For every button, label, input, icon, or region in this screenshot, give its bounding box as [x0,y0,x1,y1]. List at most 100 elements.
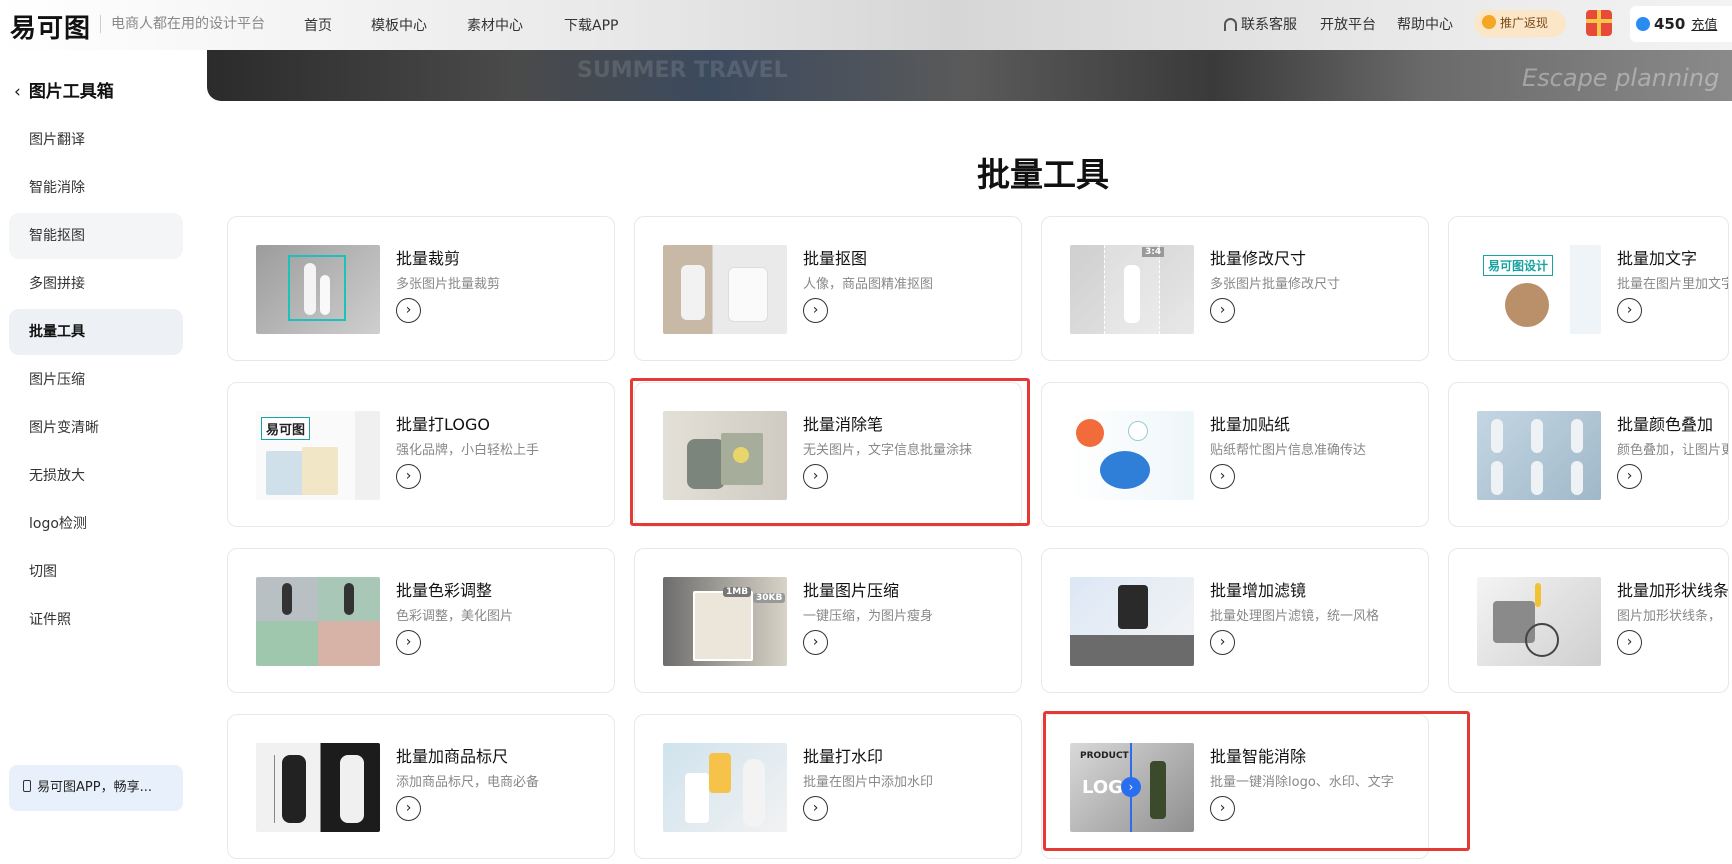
sidebar-title[interactable]: ‹ 图片工具箱 [14,77,114,102]
recharge-link[interactable]: 充值 [1691,18,1717,33]
tool-desc: 图片加形状线条， [1617,609,1722,624]
badge-shape [1076,419,1104,447]
tool-thumbnail: 易可图设计 [1477,245,1601,334]
tube-shape [709,753,731,793]
tool-title: 批量打LOGO [396,415,490,434]
diamond-icon [1636,17,1650,31]
box-shape [302,447,338,495]
tool-thumbnail [1070,411,1194,500]
tool-card-batch-watermark[interactable]: 批量打水印 批量在图片中添加水印 › [634,714,1022,859]
sidebar-item-compress[interactable]: 图片压缩 [9,357,183,403]
help-center-link[interactable]: 帮助中心 [1397,14,1453,34]
filter-strip [1070,635,1194,666]
tool-thumbnail: 易可图 [256,411,380,500]
bottle-shape [1571,461,1583,495]
bottle-shape [282,755,306,823]
tool-title: 批量裁剪 [396,249,461,268]
tool-title: 批量加文字 [1617,249,1698,268]
arrow-right-icon[interactable]: › [1617,464,1642,489]
tool-card-batch-logo[interactable]: 易可图 批量打LOGO 强化品牌，小白轻松上手 › [227,382,615,527]
open-platform-link[interactable]: 开放平台 [1320,14,1376,34]
sidebar-item-batch-tools[interactable]: 批量工具 [9,309,183,355]
arrow-right-icon[interactable]: › [1210,630,1235,655]
tool-card-batch-sticker[interactable]: 批量加贴纸 贴纸帮忙图片信息准确传达 › [1041,382,1429,527]
bottle-shape [1491,461,1503,495]
tool-desc: 多张图片批量修改尺寸 [1210,277,1341,292]
sidebar-item-logo-detect[interactable]: logo检测 [9,501,183,547]
tool-card-batch-shapes[interactable]: 批量加形状线条 图片加形状线条， › [1448,548,1729,693]
nav-templates[interactable]: 模板中心 [371,15,427,35]
tool-title: 批量色彩调整 [396,581,493,600]
sidebar-item-sharpen[interactable]: 图片变清晰 [9,405,183,451]
bottle-shape [304,263,316,315]
tool-desc: 批量在图片里加文字 [1617,277,1729,292]
top-banner[interactable]: SUMMER TRAVEL Escape planning [207,50,1732,101]
arrow-right-icon[interactable]: › [396,464,421,489]
app-promo-bar[interactable]: 易可图APP，畅享... [9,765,183,811]
jar-shape [1505,283,1549,327]
customer-service-label: 联系客服 [1241,17,1297,33]
highlight-box [630,378,1030,526]
tool-thumbnail: 3:4 [1070,245,1194,334]
tool-thumbnail [1477,411,1601,500]
ruler-line [274,755,275,823]
tool-card-batch-cutout[interactable]: 批量抠图 人像，商品图精准抠图 › [634,216,1022,361]
arrow-right-icon[interactable]: › [803,630,828,655]
nav-materials[interactable]: 素材中心 [467,15,523,35]
tool-card-batch-resize[interactable]: 3:4 批量修改尺寸 多张图片批量修改尺寸 › [1041,216,1429,361]
arrow-right-icon[interactable]: › [396,630,421,655]
bottle-shape [340,755,364,823]
tool-card-batch-compress[interactable]: 1MB 30KB 批量图片压缩 一键压缩，为图片瘦身 › [634,548,1022,693]
tool-desc: 颜色叠加，让图片更 [1617,443,1729,458]
size-badge: 1MB [723,587,752,597]
sidebar-item-cutout[interactable]: 智能抠图 [9,213,183,259]
balance-widget[interactable]: 450 充值 [1630,6,1732,42]
tool-thumbnail [256,245,380,334]
tool-desc: 强化品牌，小白轻松上手 [396,443,540,458]
sidebar-item-smart-erase[interactable]: 智能消除 [9,165,183,211]
arrow-right-icon[interactable]: › [803,298,828,323]
site-logo[interactable]: 易可图 [10,8,91,45]
bottle-shape [1124,265,1140,323]
arrow-right-icon[interactable]: › [803,796,828,821]
tool-card-batch-ruler[interactable]: 批量加商品标尺 添加商品标尺，电商必备 › [227,714,615,859]
tool-card-batch-color-overlay[interactable]: 批量颜色叠加 颜色叠加，让图片更 › [1448,382,1729,527]
app-promo-label: 易可图APP，畅享... [37,780,152,795]
top-header: 易可图 电商人都在用的设计平台 首页 模板中心 素材中心 下载APP 联系客服 … [0,0,1732,50]
sidebar: ‹ 图片工具箱 图片翻译 智能消除 智能抠图 多图拼接 批量工具 图片压缩 图片变… [0,50,192,864]
nav-download-app[interactable]: 下载APP [564,15,618,35]
gift-icon[interactable] [1586,10,1612,36]
planet-shape [1100,451,1150,489]
nav-home[interactable]: 首页 [304,15,332,35]
arrow-right-icon[interactable]: › [1210,464,1235,489]
arrow-right-icon[interactable]: › [1617,298,1642,323]
logo-tag: 易可图 [261,417,311,440]
tool-title: 批量加贴纸 [1210,415,1291,434]
highlight-box [1043,711,1470,851]
tool-card-batch-color-adjust[interactable]: 批量色彩调整 色彩调整，美化图片 › [227,548,615,693]
tool-title: 批量加形状线条 [1617,581,1729,600]
tool-card-batch-filter[interactable]: 批量增加滤镜 批量处理图片滤镜，统一风格 › [1041,548,1429,693]
customer-service-link[interactable]: 联系客服 [1224,14,1297,34]
text-tag: 易可图设计 [1483,255,1554,276]
line-shape [1535,583,1541,607]
bubble-shape [1128,421,1148,441]
arrow-right-icon[interactable]: › [1617,630,1642,655]
sidebar-item-id-photo[interactable]: 证件照 [9,597,183,643]
tool-card-batch-add-text[interactable]: 易可图设计 批量加文字 批量在图片里加文字 › [1448,216,1729,361]
sidebar-item-collage[interactable]: 多图拼接 [9,261,183,307]
vase-shape [743,759,765,827]
blender-shape [681,265,705,320]
sidebar-item-upscale[interactable]: 无损放大 [9,453,183,499]
tool-card-batch-crop[interactable]: 批量裁剪 多张图片批量裁剪 › [227,216,615,361]
tool-thumbnail: 1MB 30KB [663,577,787,666]
bottle-shape [344,583,354,615]
arrow-right-icon[interactable]: › [396,796,421,821]
arrow-right-icon[interactable]: › [396,298,421,323]
bottle-shape [1531,461,1543,495]
sidebar-item-translate[interactable]: 图片翻译 [9,117,183,163]
sidebar-item-slice[interactable]: 切图 [9,549,183,595]
promo-button[interactable]: 推广返现 [1474,10,1566,37]
arrow-right-icon[interactable]: › [1210,298,1235,323]
tool-title: 批量打水印 [803,747,884,766]
